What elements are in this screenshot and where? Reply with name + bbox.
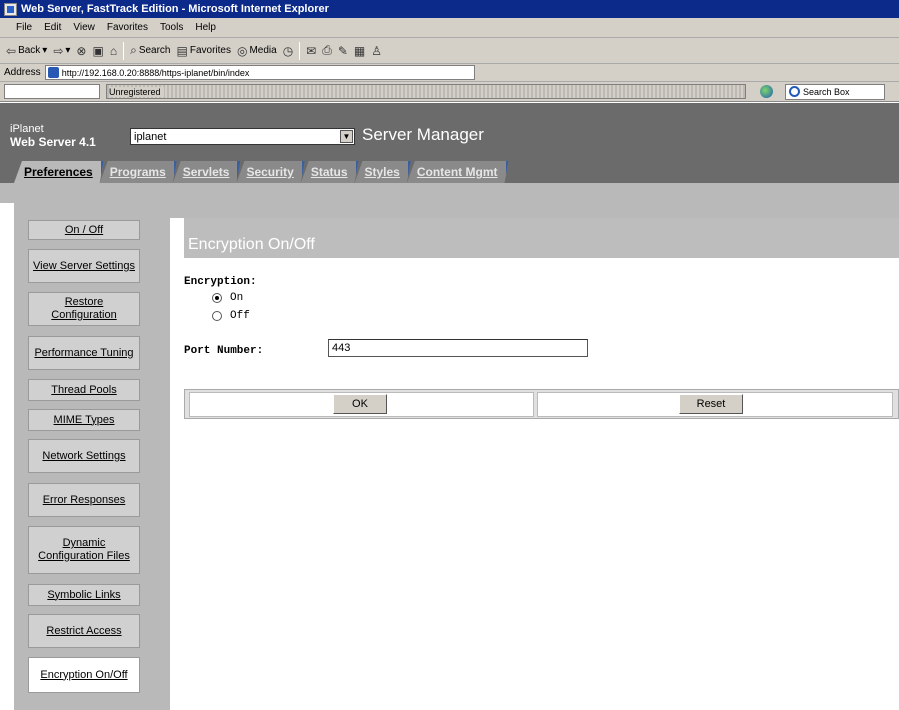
- tab-strip: [0, 183, 899, 203]
- chevron-down-icon: ▼: [340, 130, 353, 143]
- tab-status[interactable]: Status: [301, 161, 359, 183]
- history-icon[interactable]: ◷: [283, 44, 293, 58]
- content-top-band: [170, 203, 899, 218]
- search-icon: ⌕: [130, 43, 137, 57]
- radio-option-on[interactable]: On: [212, 292, 243, 304]
- unregistered-bar: Unregistered: [106, 84, 746, 99]
- menu-help[interactable]: Help: [195, 22, 216, 33]
- brand: iPlanet Web Server 4.1: [10, 123, 96, 149]
- chevron-down-icon: ▾: [65, 45, 71, 56]
- sidebar-item-symbolic-links[interactable]: Symbolic Links: [28, 584, 140, 606]
- chevron-down-icon: ▾: [42, 45, 48, 56]
- page-title: Server Manager: [362, 125, 484, 144]
- sidebar-item-restore-configuration[interactable]: Restore Configuration: [28, 292, 140, 326]
- menu-edit[interactable]: Edit: [44, 22, 61, 33]
- refresh-icon[interactable]: ▣: [92, 44, 103, 58]
- port-number-label: Port Number:: [184, 345, 264, 357]
- menu-file[interactable]: File: [16, 22, 32, 33]
- sidebar-item-view-server-settings[interactable]: View Server Settings: [28, 249, 140, 283]
- server-select[interactable]: iplanet ▼: [130, 128, 355, 145]
- brand-version: Web Server 4.1: [10, 135, 96, 149]
- sidebar-item-mime-types[interactable]: MIME Types: [28, 409, 140, 431]
- radio-on-label: On: [230, 292, 244, 304]
- radio-off[interactable]: [212, 311, 222, 321]
- tab-styles[interactable]: Styles: [355, 161, 411, 183]
- forward-arrow-icon: ⇨: [53, 43, 64, 58]
- button-bar: OK Reset: [184, 389, 899, 419]
- radio-on[interactable]: [212, 293, 222, 303]
- back-button[interactable]: ⇦ Back ▾: [6, 44, 47, 58]
- sidebar-item-on-off[interactable]: On / Off: [28, 220, 140, 240]
- server-select-value: iplanet: [134, 130, 167, 143]
- ie-app-icon: [4, 2, 17, 16]
- sidebar-item-error-responses[interactable]: Error Responses: [28, 483, 140, 517]
- tab-security[interactable]: Security: [236, 161, 304, 183]
- main-content: Encryption On/Off Encryption: On Off Por…: [170, 203, 899, 710]
- magnifier-icon: [789, 86, 800, 97]
- links-bar: Unregistered Search Box: [0, 82, 899, 102]
- discuss-icon[interactable]: ▦: [354, 44, 365, 58]
- media-icon: ◎: [236, 43, 248, 58]
- browser-toolbar: ⇦ Back ▾ ⇨ ▾ ⊗ ▣ ⌂ ⌕ Search ▤ Favorites ◎ Medi…: [0, 38, 899, 64]
- stop-icon[interactable]: ⊗: [76, 44, 86, 58]
- address-input[interactable]: http://192.168.0.20:8888/https-iplanet/b…: [44, 65, 475, 80]
- app-header: iPlanet Web Server 4.1 iplanet ▼ Server …: [0, 103, 899, 203]
- favorites-icon: ▤: [176, 43, 188, 58]
- sidebar-item-restrict-access[interactable]: Restrict Access: [28, 614, 140, 648]
- print-icon[interactable]: ⎙: [322, 43, 332, 58]
- messenger-icon[interactable]: ♙: [371, 44, 382, 58]
- media-button[interactable]: ◎ Media: [237, 44, 277, 58]
- address-label: Address: [4, 67, 41, 78]
- search-box-button[interactable]: Search Box: [785, 83, 885, 100]
- sidebar-item-network-settings[interactable]: Network Settings: [28, 439, 140, 473]
- mail-icon[interactable]: ✉: [306, 44, 316, 58]
- toolbar-separator: [123, 41, 125, 60]
- sidebar-item-performance-tuning[interactable]: Performance Tuning: [28, 336, 140, 370]
- forward-button[interactable]: ⇨ ▾: [53, 44, 70, 58]
- tab-bar: Preferences Programs Servlets Security S…: [14, 161, 505, 183]
- window-title-bar: Web Server, FastTrack Edition - Microsof…: [0, 0, 899, 18]
- radio-off-label: Off: [230, 310, 250, 322]
- tab-servlets[interactable]: Servlets: [173, 161, 241, 183]
- tab-content-mgmt[interactable]: Content Mgmt: [407, 161, 509, 183]
- port-number-input[interactable]: 443: [328, 339, 588, 357]
- search-button[interactable]: ⌕ Search: [130, 43, 170, 58]
- favorites-button[interactable]: ▤ Favorites: [177, 44, 231, 58]
- ok-button[interactable]: OK: [333, 394, 387, 414]
- reset-button[interactable]: Reset: [679, 394, 743, 414]
- tab-programs[interactable]: Programs: [100, 161, 177, 183]
- encryption-label: Encryption:: [184, 276, 257, 288]
- menu-view[interactable]: View: [73, 22, 95, 33]
- back-arrow-icon: ⇦: [6, 43, 17, 58]
- home-icon[interactable]: ⌂: [110, 44, 117, 58]
- radio-option-off[interactable]: Off: [212, 310, 250, 322]
- panel-title: Encryption On/Off: [184, 218, 899, 258]
- globe-icon[interactable]: [760, 85, 773, 98]
- menu-bar: File Edit View Favorites Tools Help: [0, 18, 899, 38]
- page-icon: [47, 67, 59, 78]
- window-title: Web Server, FastTrack Edition - Microsof…: [21, 3, 329, 15]
- sidebar-item-encryption-on-off[interactable]: Encryption On/Off: [28, 657, 140, 693]
- edit-icon[interactable]: ✎: [338, 44, 348, 58]
- toolbar-separator: [299, 41, 301, 60]
- sidebar: On / Off View Server Settings Restore Co…: [14, 203, 170, 710]
- tab-preferences[interactable]: Preferences: [14, 161, 104, 183]
- address-bar: Address http://192.168.0.20:8888/https-i…: [0, 64, 899, 82]
- sidebar-item-thread-pools[interactable]: Thread Pools: [28, 379, 140, 401]
- sidebar-item-dynamic-configuration-files[interactable]: Dynamic Configuration Files: [28, 526, 140, 574]
- menu-tools[interactable]: Tools: [160, 22, 183, 33]
- menu-favorites[interactable]: Favorites: [107, 22, 148, 33]
- toolbar-input[interactable]: [4, 84, 100, 99]
- address-url: http://192.168.0.20:8888/https-iplanet/b…: [61, 67, 250, 78]
